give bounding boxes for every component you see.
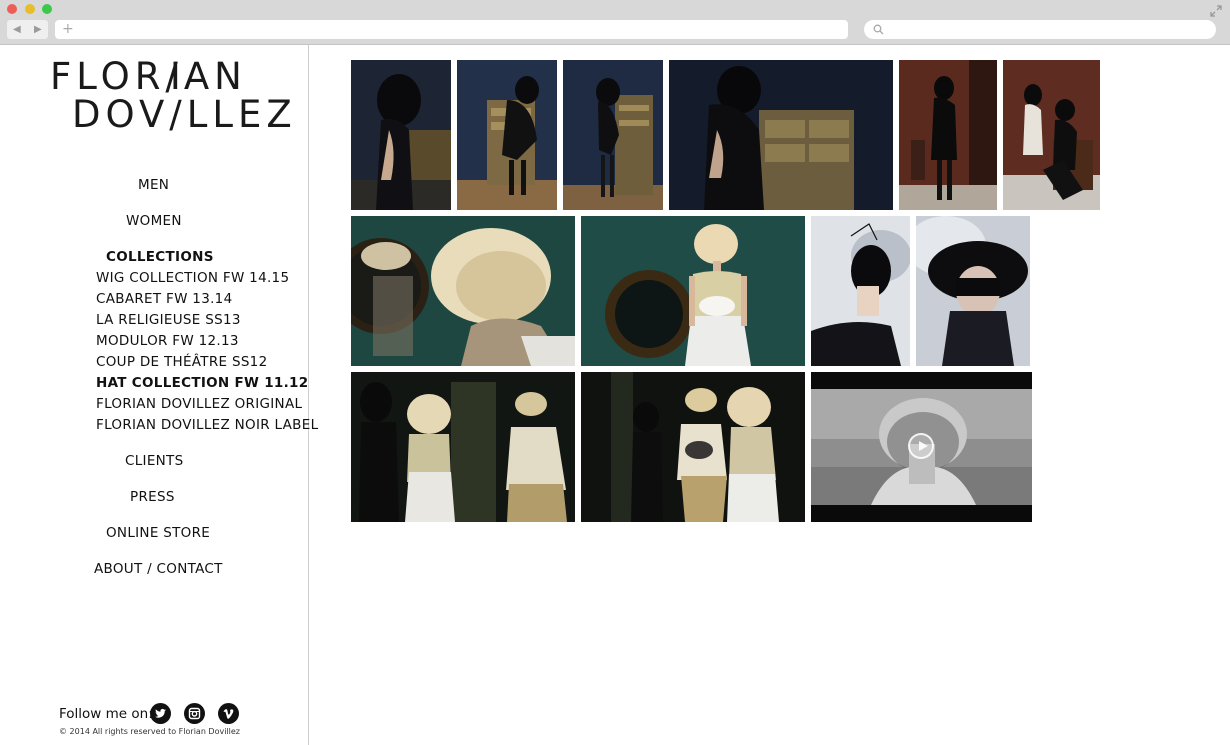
- gallery-photo[interactable]: [351, 372, 575, 522]
- play-icon[interactable]: [908, 433, 934, 459]
- close-window-icon[interactable]: [7, 4, 17, 14]
- gallery-photo[interactable]: [1003, 60, 1100, 210]
- gallery-photo[interactable]: [351, 216, 575, 366]
- browser-search-input[interactable]: [864, 20, 1216, 39]
- collection-item[interactable]: COUP DE THÉÂTRE SS12: [96, 354, 267, 370]
- gallery-photo[interactable]: [811, 216, 910, 366]
- logo-line-2: DOV/LLEZ: [72, 93, 297, 136]
- nav-about-contact[interactable]: ABOUT / CONTACT: [94, 561, 223, 577]
- address-bar[interactable]: +: [55, 20, 848, 39]
- search-icon: [873, 24, 884, 35]
- collection-item[interactable]: MODULOR FW 12.13: [96, 333, 239, 349]
- maximize-window-icon[interactable]: [42, 4, 52, 14]
- history-buttons: ◀ ▶: [7, 20, 48, 39]
- collection-item[interactable]: FLORIAN DOVILLEZ ORIGINAL: [96, 396, 302, 412]
- follow-label: Follow me on:: [59, 706, 153, 722]
- logo-line-1: FLOR/IAN: [50, 55, 247, 98]
- nav-men[interactable]: MEN: [138, 177, 169, 193]
- back-arrow-icon[interactable]: ◀: [13, 23, 21, 36]
- vimeo-icon[interactable]: [218, 703, 239, 724]
- collection-item-active[interactable]: HAT COLLECTION FW 11.12: [96, 375, 308, 391]
- collection-item[interactable]: CABARET FW 13.14: [96, 291, 232, 307]
- instagram-icon[interactable]: [184, 703, 205, 724]
- browser-chrome: ◀ ▶ +: [0, 0, 1230, 45]
- gallery-photo[interactable]: [916, 216, 1030, 366]
- fullscreen-icon[interactable]: [1210, 5, 1222, 17]
- twitter-icon[interactable]: [150, 703, 171, 724]
- sidebar: FLOR/IAN DOV/LLEZ MEN WOMEN COLLECTIONS …: [0, 45, 318, 745]
- gallery-photo[interactable]: [563, 60, 663, 210]
- gallery-photo[interactable]: [581, 216, 805, 366]
- nav-women[interactable]: WOMEN: [126, 213, 182, 229]
- copyright: © 2014 All rights reserved to Florian Do…: [59, 727, 241, 736]
- nav-clients[interactable]: CLIENTS: [125, 453, 183, 469]
- nav-online-store[interactable]: ONLINE STORE: [106, 525, 210, 541]
- new-tab-icon[interactable]: +: [62, 20, 74, 39]
- minimize-window-icon[interactable]: [25, 4, 35, 14]
- nav-collections[interactable]: COLLECTIONS: [106, 249, 214, 265]
- forward-arrow-icon[interactable]: ▶: [34, 23, 42, 36]
- gallery-photo[interactable]: [581, 372, 805, 522]
- collection-item[interactable]: FLORIAN DOVILLEZ NOIR LABEL: [96, 417, 318, 433]
- gallery-photo[interactable]: [899, 60, 997, 210]
- nav-press[interactable]: PRESS: [130, 489, 175, 505]
- gallery-photo[interactable]: [669, 60, 893, 210]
- gallery-photo[interactable]: [351, 60, 451, 210]
- gallery-video[interactable]: [811, 372, 1032, 522]
- collection-item[interactable]: WIG COLLECTION FW 14.15: [96, 270, 289, 286]
- gallery-photo[interactable]: [457, 60, 557, 210]
- collection-item[interactable]: LA RELIGIEUSE SS13: [96, 312, 241, 328]
